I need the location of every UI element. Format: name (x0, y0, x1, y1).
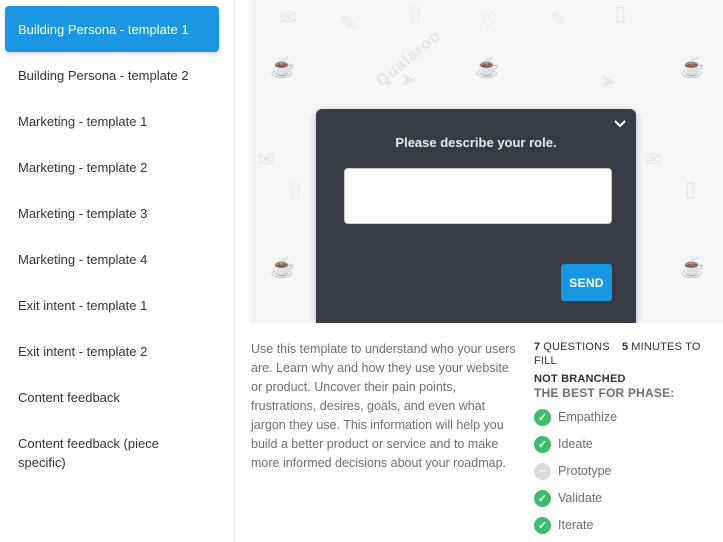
sidebar-item-label: Content feedback (piece specific) (18, 436, 159, 470)
sidebar-item-label: Exit intent - template 1 (18, 298, 148, 313)
answer-textarea[interactable] (344, 168, 612, 224)
template-sidebar: Building Persona - template 1 Building P… (0, 0, 235, 542)
phase-label: Empathize (558, 410, 618, 424)
sidebar-item-label: Building Persona - template 1 (18, 21, 189, 37)
sidebar-item-content-feedback[interactable]: Content feedback (5, 388, 219, 407)
check-icon: ✓ (534, 489, 551, 507)
check-icon: ✓ (534, 408, 551, 426)
send-icon: ➤ (600, 71, 617, 93)
check-icon: ✓ (534, 435, 551, 453)
envelope-icon: ✉ (258, 149, 275, 171)
sidebar-item-marketing-3[interactable]: Marketing - template 3 (5, 204, 219, 223)
check-icon: ✓ (534, 516, 551, 534)
pencil-icon: ✎ (550, 9, 567, 31)
cup-icon: ☕ (475, 57, 500, 79)
envelope-icon: ✉ (645, 149, 662, 171)
sidebar-item-label: Marketing - template 2 (18, 160, 148, 175)
phase-label: Validate (558, 491, 603, 505)
chevron-down-icon[interactable] (614, 117, 626, 131)
questions-count: 7 (534, 341, 541, 353)
cup-icon: ☕ (270, 57, 295, 79)
phase-validate: ✓ Validate (534, 489, 602, 507)
phase-iterate: ✓ Iterate (534, 516, 593, 534)
template-meta: 7 QUESTIONS 5 MINUTES TO FILL NOT BRANCH… (534, 340, 719, 386)
phone-icon: ▯ (615, 3, 627, 25)
phase-label: Iterate (558, 518, 594, 532)
cup-icon: ☕ (680, 57, 705, 79)
template-preview: ✉ ✎ ▯ ♡ ✎ ▯ ☕ ➤ ☕ ➤ ☕ ✉ ▯ ✉ ▯ ☕ ☕ Qualar… (250, 0, 723, 323)
sidebar-item-label: Marketing - template 1 (18, 114, 148, 129)
survey-widget: Please describe your role. SEND (316, 109, 636, 323)
heart-icon: ♡ (480, 11, 498, 33)
sidebar-item-content-feedback-piece[interactable]: Content feedback (piece specific) (5, 434, 185, 472)
questions-label: QUESTIONS (543, 341, 610, 353)
cup-icon: ☕ (270, 257, 295, 279)
phase-label: Prototype (558, 464, 612, 478)
phone-icon: ▯ (410, 3, 422, 25)
sidebar-item-label: Exit intent - template 2 (18, 344, 148, 359)
phone-icon: ▯ (685, 179, 697, 201)
phase-title: THE BEST FOR PHASE: (534, 386, 675, 400)
phase-empathize: ✓ Empathize (534, 408, 617, 426)
sidebar-item-marketing-4[interactable]: Marketing - template 4 (5, 250, 219, 269)
sidebar-item-exit-intent-1[interactable]: Exit intent - template 1 (5, 296, 219, 315)
send-button[interactable]: SEND (561, 264, 612, 301)
phone-icon: ▯ (290, 179, 302, 201)
phase-prototype: – Prototype (534, 462, 612, 480)
minutes-count: 5 (622, 341, 629, 353)
sidebar-item-building-persona-2[interactable]: Building Persona - template 2 (5, 66, 219, 85)
minus-icon: – (534, 462, 551, 480)
survey-question: Please describe your role. (395, 135, 557, 150)
sidebar-item-label: Marketing - template 3 (18, 206, 148, 221)
sidebar-item-exit-intent-2[interactable]: Exit intent - template 2 (5, 342, 219, 361)
sidebar-item-building-persona-1[interactable]: Building Persona - template 1 (5, 6, 219, 52)
template-description: Use this template to understand who your… (251, 342, 516, 470)
branching-status: NOT BRANCHED (534, 373, 626, 385)
sidebar-item-label: Content feedback (18, 390, 120, 405)
sidebar-item-marketing-2[interactable]: Marketing - template 2 (5, 158, 219, 177)
pencil-icon: ✎ (340, 13, 357, 35)
sidebar-item-marketing-1[interactable]: Marketing - template 1 (5, 112, 219, 131)
sidebar-item-label: Marketing - template 4 (18, 252, 148, 267)
phase-ideate: ✓ Ideate (534, 435, 593, 453)
sidebar-item-label: Building Persona - template 2 (18, 68, 189, 83)
envelope-icon: ✉ (280, 7, 297, 29)
phase-label: Ideate (558, 437, 593, 451)
cup-icon: ☕ (680, 257, 705, 279)
